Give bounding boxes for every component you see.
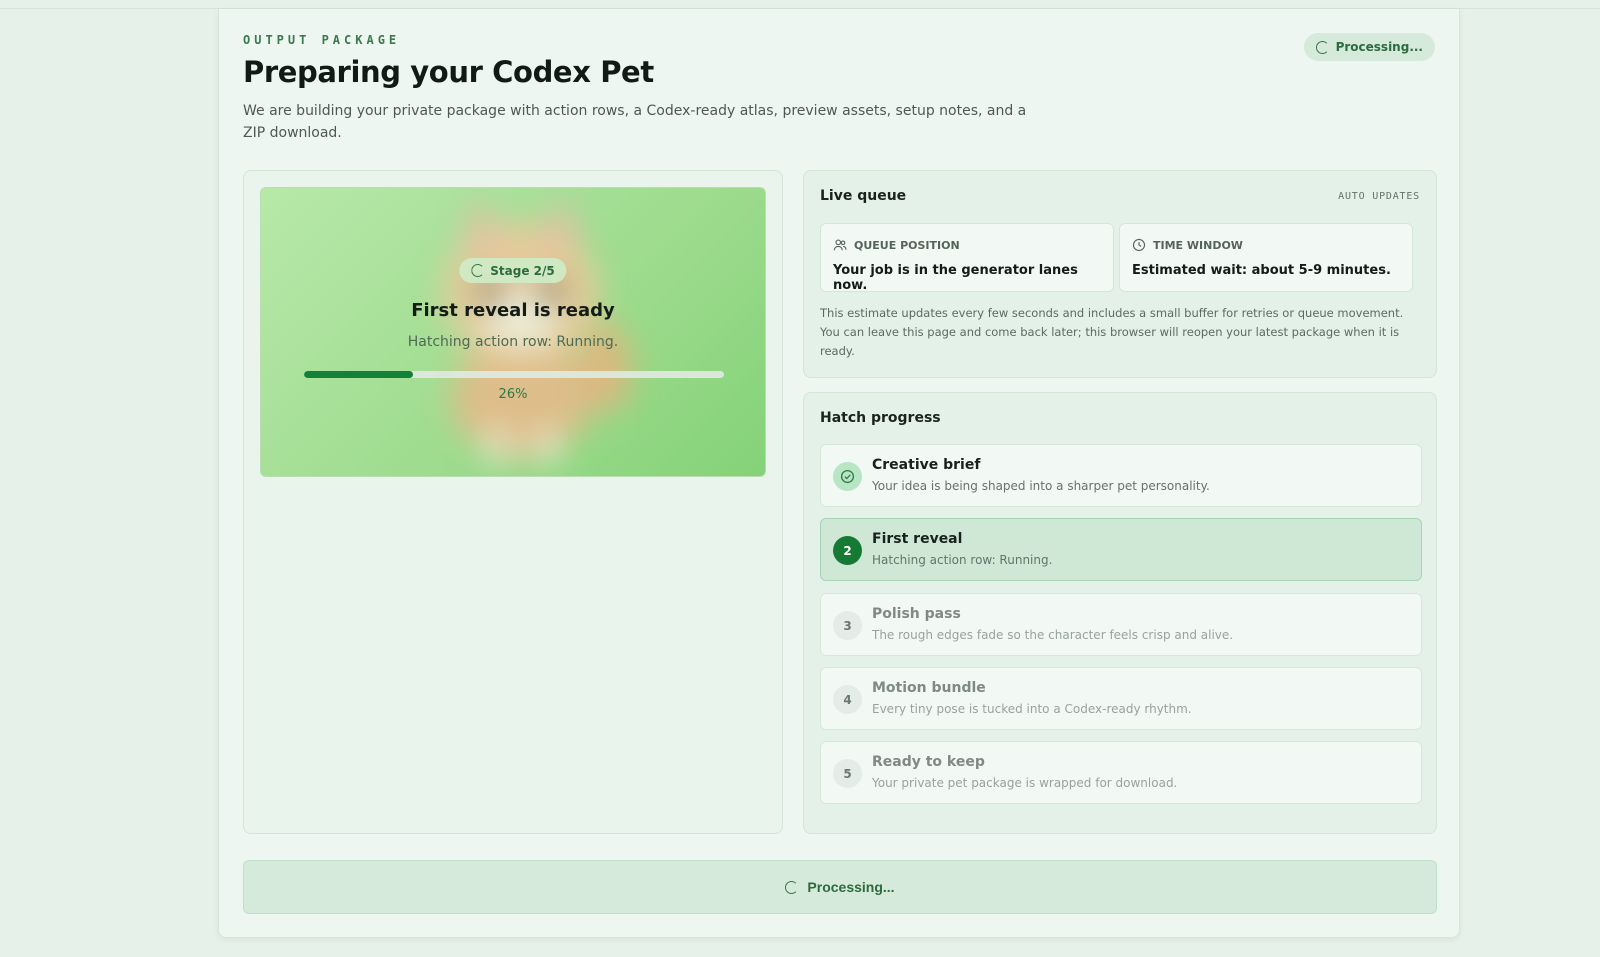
time-window-box: TIME WINDOW Estimated wait: about 5-9 mi… <box>1119 223 1413 292</box>
output-package-card: OUTPUT PACKAGE Preparing your Codex Pet … <box>218 9 1460 938</box>
queue-position-value: Your job is in the generator lanes now. <box>833 263 1078 293</box>
step-number-badge: 5 <box>833 759 862 788</box>
queue-position-box: QUEUE POSITION Your job is in the genera… <box>820 223 1114 293</box>
step-description: Every tiny pose is tucked into a Codex-r… <box>872 702 1192 716</box>
page-description: We are building your private package wit… <box>243 103 1027 141</box>
queue-note: This estimate updates every few seconds … <box>820 306 1404 358</box>
progress-bar-fill <box>304 371 414 378</box>
step-title: First reveal <box>872 531 963 547</box>
step-title: Creative brief <box>872 457 981 473</box>
step-ready-to-keep: 5 Ready to keep Your private pet package… <box>820 741 1422 804</box>
step-title: Ready to keep <box>872 754 985 770</box>
processing-button-label: Processing... <box>807 879 895 895</box>
pet-preview-panel: Stage 2/5 First reveal is ready Hatching… <box>243 170 783 834</box>
page-title: Preparing your Codex Pet <box>243 55 654 89</box>
queue-position-label: QUEUE POSITION <box>854 238 960 252</box>
step-description: Your private pet package is wrapped for … <box>872 776 1178 790</box>
blurred-pet-illustration <box>443 198 631 463</box>
step-number-badge: 3 <box>833 611 862 640</box>
live-queue-panel: Live queue AUTO UPDATES QUEUE POSITION Y… <box>803 170 1437 378</box>
step-first-reveal: 2 First reveal Hatching action row: Runn… <box>820 518 1422 581</box>
step-title: Motion bundle <box>872 680 986 696</box>
reveal-subtitle: Hatching action row: Running. <box>407 334 619 350</box>
pet-preview-image: Stage 2/5 First reveal is ready Hatching… <box>260 187 766 477</box>
step-number-badge: 2 <box>833 536 862 565</box>
spinner-icon <box>785 880 799 894</box>
reveal-title: First reveal is ready <box>411 300 615 321</box>
step-motion-bundle: 4 Motion bundle Every tiny pose is tucke… <box>820 667 1422 730</box>
status-badge-label: Processing... <box>1335 40 1423 54</box>
step-description: Your idea is being shaped into a sharper… <box>872 479 1210 493</box>
time-window-header: TIME WINDOW <box>1132 238 1243 252</box>
hatch-progress-title: Hatch progress <box>820 410 941 426</box>
time-window-value: Estimated wait: about 5-9 minutes. <box>1132 263 1391 278</box>
step-title: Polish pass <box>872 606 961 622</box>
section-eyebrow: OUTPUT PACKAGE <box>243 33 401 47</box>
stage-label: Stage 2/5 <box>490 263 555 278</box>
status-badge: Processing... <box>1303 33 1435 61</box>
hatch-progress-panel: Hatch progress Creative brief Your idea … <box>803 392 1437 834</box>
stage-badge: Stage 2/5 <box>459 258 567 283</box>
step-description: Hatching action row: Running. <box>872 553 1053 567</box>
processing-button[interactable]: Processing... <box>243 860 1437 914</box>
users-icon <box>833 239 847 251</box>
spinner-icon <box>1315 40 1329 54</box>
spinner-icon <box>471 264 485 277</box>
progress-bar <box>304 371 724 378</box>
step-polish-pass: 3 Polish pass The rough edges fade so th… <box>820 593 1422 656</box>
live-queue-title: Live queue <box>820 188 907 204</box>
check-circle-icon <box>833 462 862 491</box>
step-number-badge: 4 <box>833 685 862 714</box>
clock-icon <box>1132 238 1146 252</box>
step-creative-brief: Creative brief Your idea is being shaped… <box>820 444 1422 507</box>
auto-updates-label: AUTO UPDATES <box>1338 191 1420 202</box>
queue-position-header: QUEUE POSITION <box>833 238 960 252</box>
progress-percent: 26% <box>498 387 528 402</box>
step-description: The rough edges fade so the character fe… <box>872 628 1234 642</box>
time-window-label: TIME WINDOW <box>1153 238 1243 252</box>
